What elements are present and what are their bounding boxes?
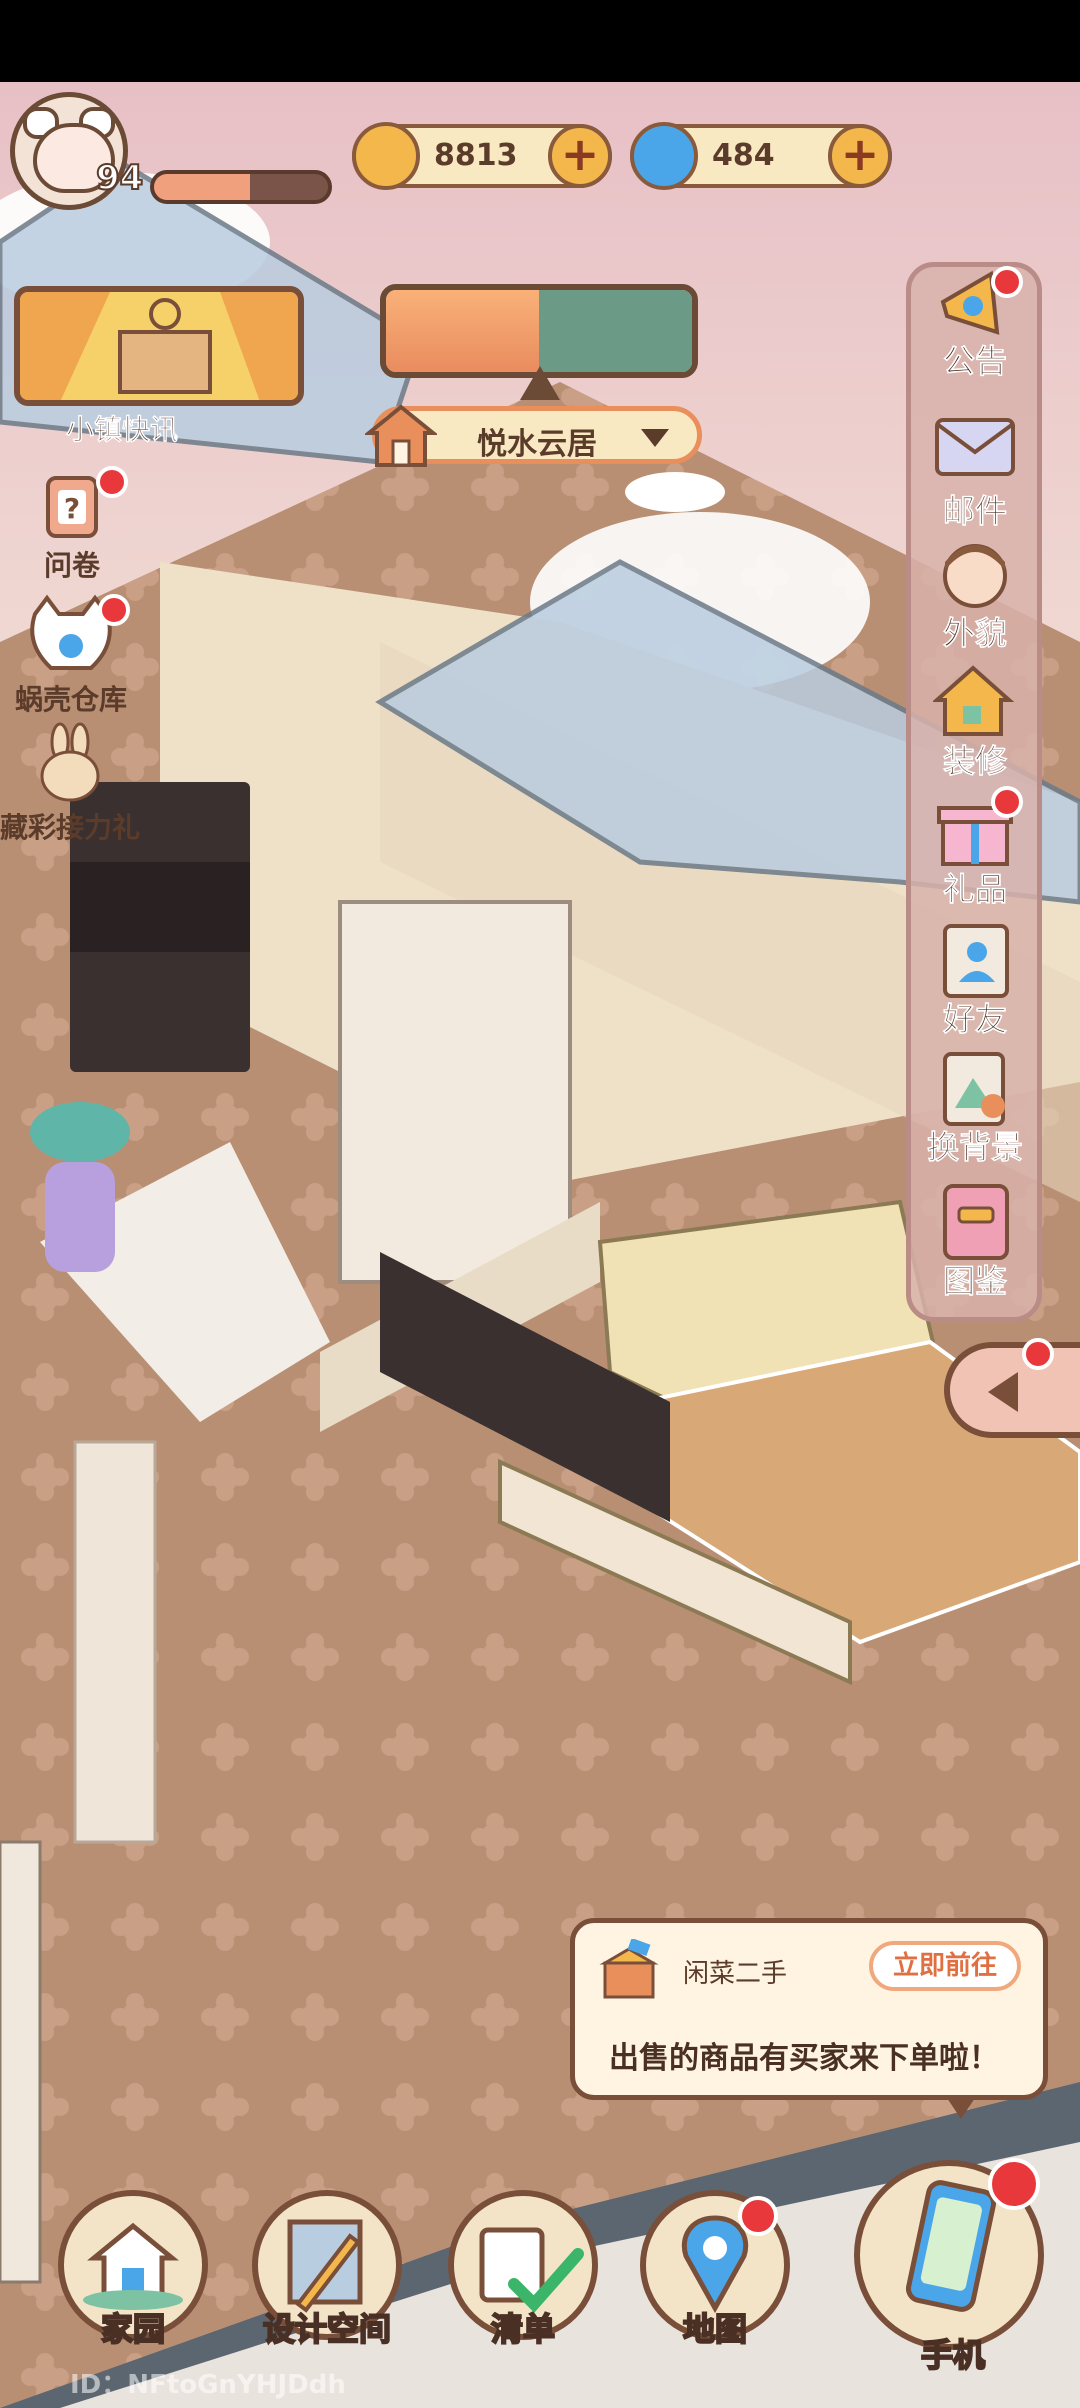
clipboard-question-icon: ? — [46, 476, 98, 538]
notification-badge — [738, 2196, 778, 2236]
notification-badge — [991, 786, 1023, 818]
friends-icon — [933, 920, 1017, 1000]
survey-button[interactable]: ? 问卷 — [22, 466, 128, 584]
side-item-friends[interactable]: 好友 — [910, 920, 1040, 1040]
add-shell-button[interactable]: + — [828, 124, 892, 188]
side-item-label: 图鉴 — [942, 1262, 1008, 1301]
background-icon — [933, 1048, 1017, 1128]
time-pointer-icon — [520, 366, 560, 400]
collapse-menu-button[interactable] — [944, 1338, 1080, 1438]
catalog-icon — [933, 1182, 1017, 1262]
notification-badge — [991, 266, 1023, 298]
user-id: ID：NFtoGnYHJDdh — [70, 2370, 346, 2400]
town-news-card[interactable] — [14, 286, 304, 406]
coin-icon — [352, 122, 420, 190]
moon-stars-icon — [539, 290, 692, 372]
avatar-icon — [933, 534, 1017, 614]
player-level: 94 — [95, 157, 144, 199]
notification-message: 出售的商品有买家来下单啦！ — [609, 2041, 999, 2076]
status-bar — [0, 0, 1080, 82]
side-item-catalog[interactable]: 图鉴 — [910, 1182, 1040, 1302]
nav-checklist-label: 清单 — [490, 2309, 556, 2349]
nav-design-label: 设计空间 — [262, 2309, 392, 2349]
gift-icon — [933, 786, 1023, 870]
sun-icon — [386, 290, 539, 372]
shell-counter[interactable]: 484 + — [630, 122, 892, 190]
notification-source: 闲菜二手 — [683, 1959, 788, 1989]
energy-bar — [150, 170, 332, 204]
side-item-label: 装修 — [942, 742, 1008, 781]
box-icon — [599, 1939, 659, 1999]
nav-home-label: 家园 — [100, 2309, 166, 2349]
notification-badge — [96, 466, 128, 498]
side-item-label: 好友 — [942, 1000, 1008, 1039]
location-selector[interactable]: 悦水云居 — [365, 404, 702, 467]
mail-icon — [933, 412, 1017, 492]
news-box-icon — [20, 292, 298, 400]
storage-button[interactable]: 蜗壳仓库 — [6, 594, 136, 718]
side-item-gift[interactable]: 礼品 — [910, 786, 1040, 910]
side-item-label: 公告 — [942, 342, 1008, 381]
relay-gift-button[interactable]: 藏彩接力礼 — [0, 722, 140, 846]
shell-value: 484 — [712, 138, 775, 173]
side-item-announcement[interactable]: 公告 — [910, 262, 1040, 382]
house-icon — [365, 404, 437, 467]
location-name: 悦水云居 — [477, 427, 597, 462]
side-item-label: 外貌 — [942, 614, 1008, 653]
sale-notification: 闲菜二手 立即前往 出售的商品有买家来下单啦！ — [570, 1918, 1048, 2119]
side-item-label: 邮件 — [942, 492, 1008, 531]
rabbit-icon — [40, 722, 100, 802]
house-wrench-icon — [931, 662, 1017, 742]
chevron-left-icon — [988, 1372, 1018, 1412]
side-item-label: 换背景 — [926, 1128, 1024, 1167]
side-item-appearance[interactable]: 外貌 — [910, 534, 1040, 654]
bubble-tail — [945, 2095, 977, 2119]
nav-phone-label: 手机 — [920, 2335, 986, 2375]
town-news-label: 小镇快讯 — [66, 413, 179, 447]
coin-counter[interactable]: 8813 + — [352, 122, 612, 190]
side-item-label: 礼品 — [942, 870, 1008, 909]
go-now-button[interactable]: 立即前往 — [869, 1941, 1021, 1991]
notification-badge — [1022, 1338, 1054, 1370]
side-item-decorate[interactable]: 装修 — [910, 662, 1040, 782]
survey-label: 问卷 — [43, 549, 100, 582]
notification-badge — [98, 594, 130, 626]
svg-text:?: ? — [64, 492, 80, 525]
side-item-mail[interactable]: 邮件 — [910, 412, 1040, 532]
add-coin-button[interactable]: + — [548, 124, 612, 188]
energy-bar-fill — [154, 174, 250, 200]
day-night-indicator[interactable] — [380, 284, 698, 378]
notification-badge — [988, 2158, 1040, 2210]
nav-map-label: 地图 — [682, 2309, 748, 2349]
relay-gift-label: 藏彩接力礼 — [0, 811, 141, 844]
coin-value: 8813 — [434, 138, 518, 173]
nav-phone-button[interactable] — [854, 2158, 1044, 2350]
side-item-background[interactable]: 换背景 — [910, 1048, 1040, 1168]
spiral-shell-icon — [630, 122, 698, 190]
storage-label: 蜗壳仓库 — [14, 683, 127, 716]
chevron-down-icon — [641, 429, 669, 447]
megaphone-icon — [933, 262, 1023, 342]
